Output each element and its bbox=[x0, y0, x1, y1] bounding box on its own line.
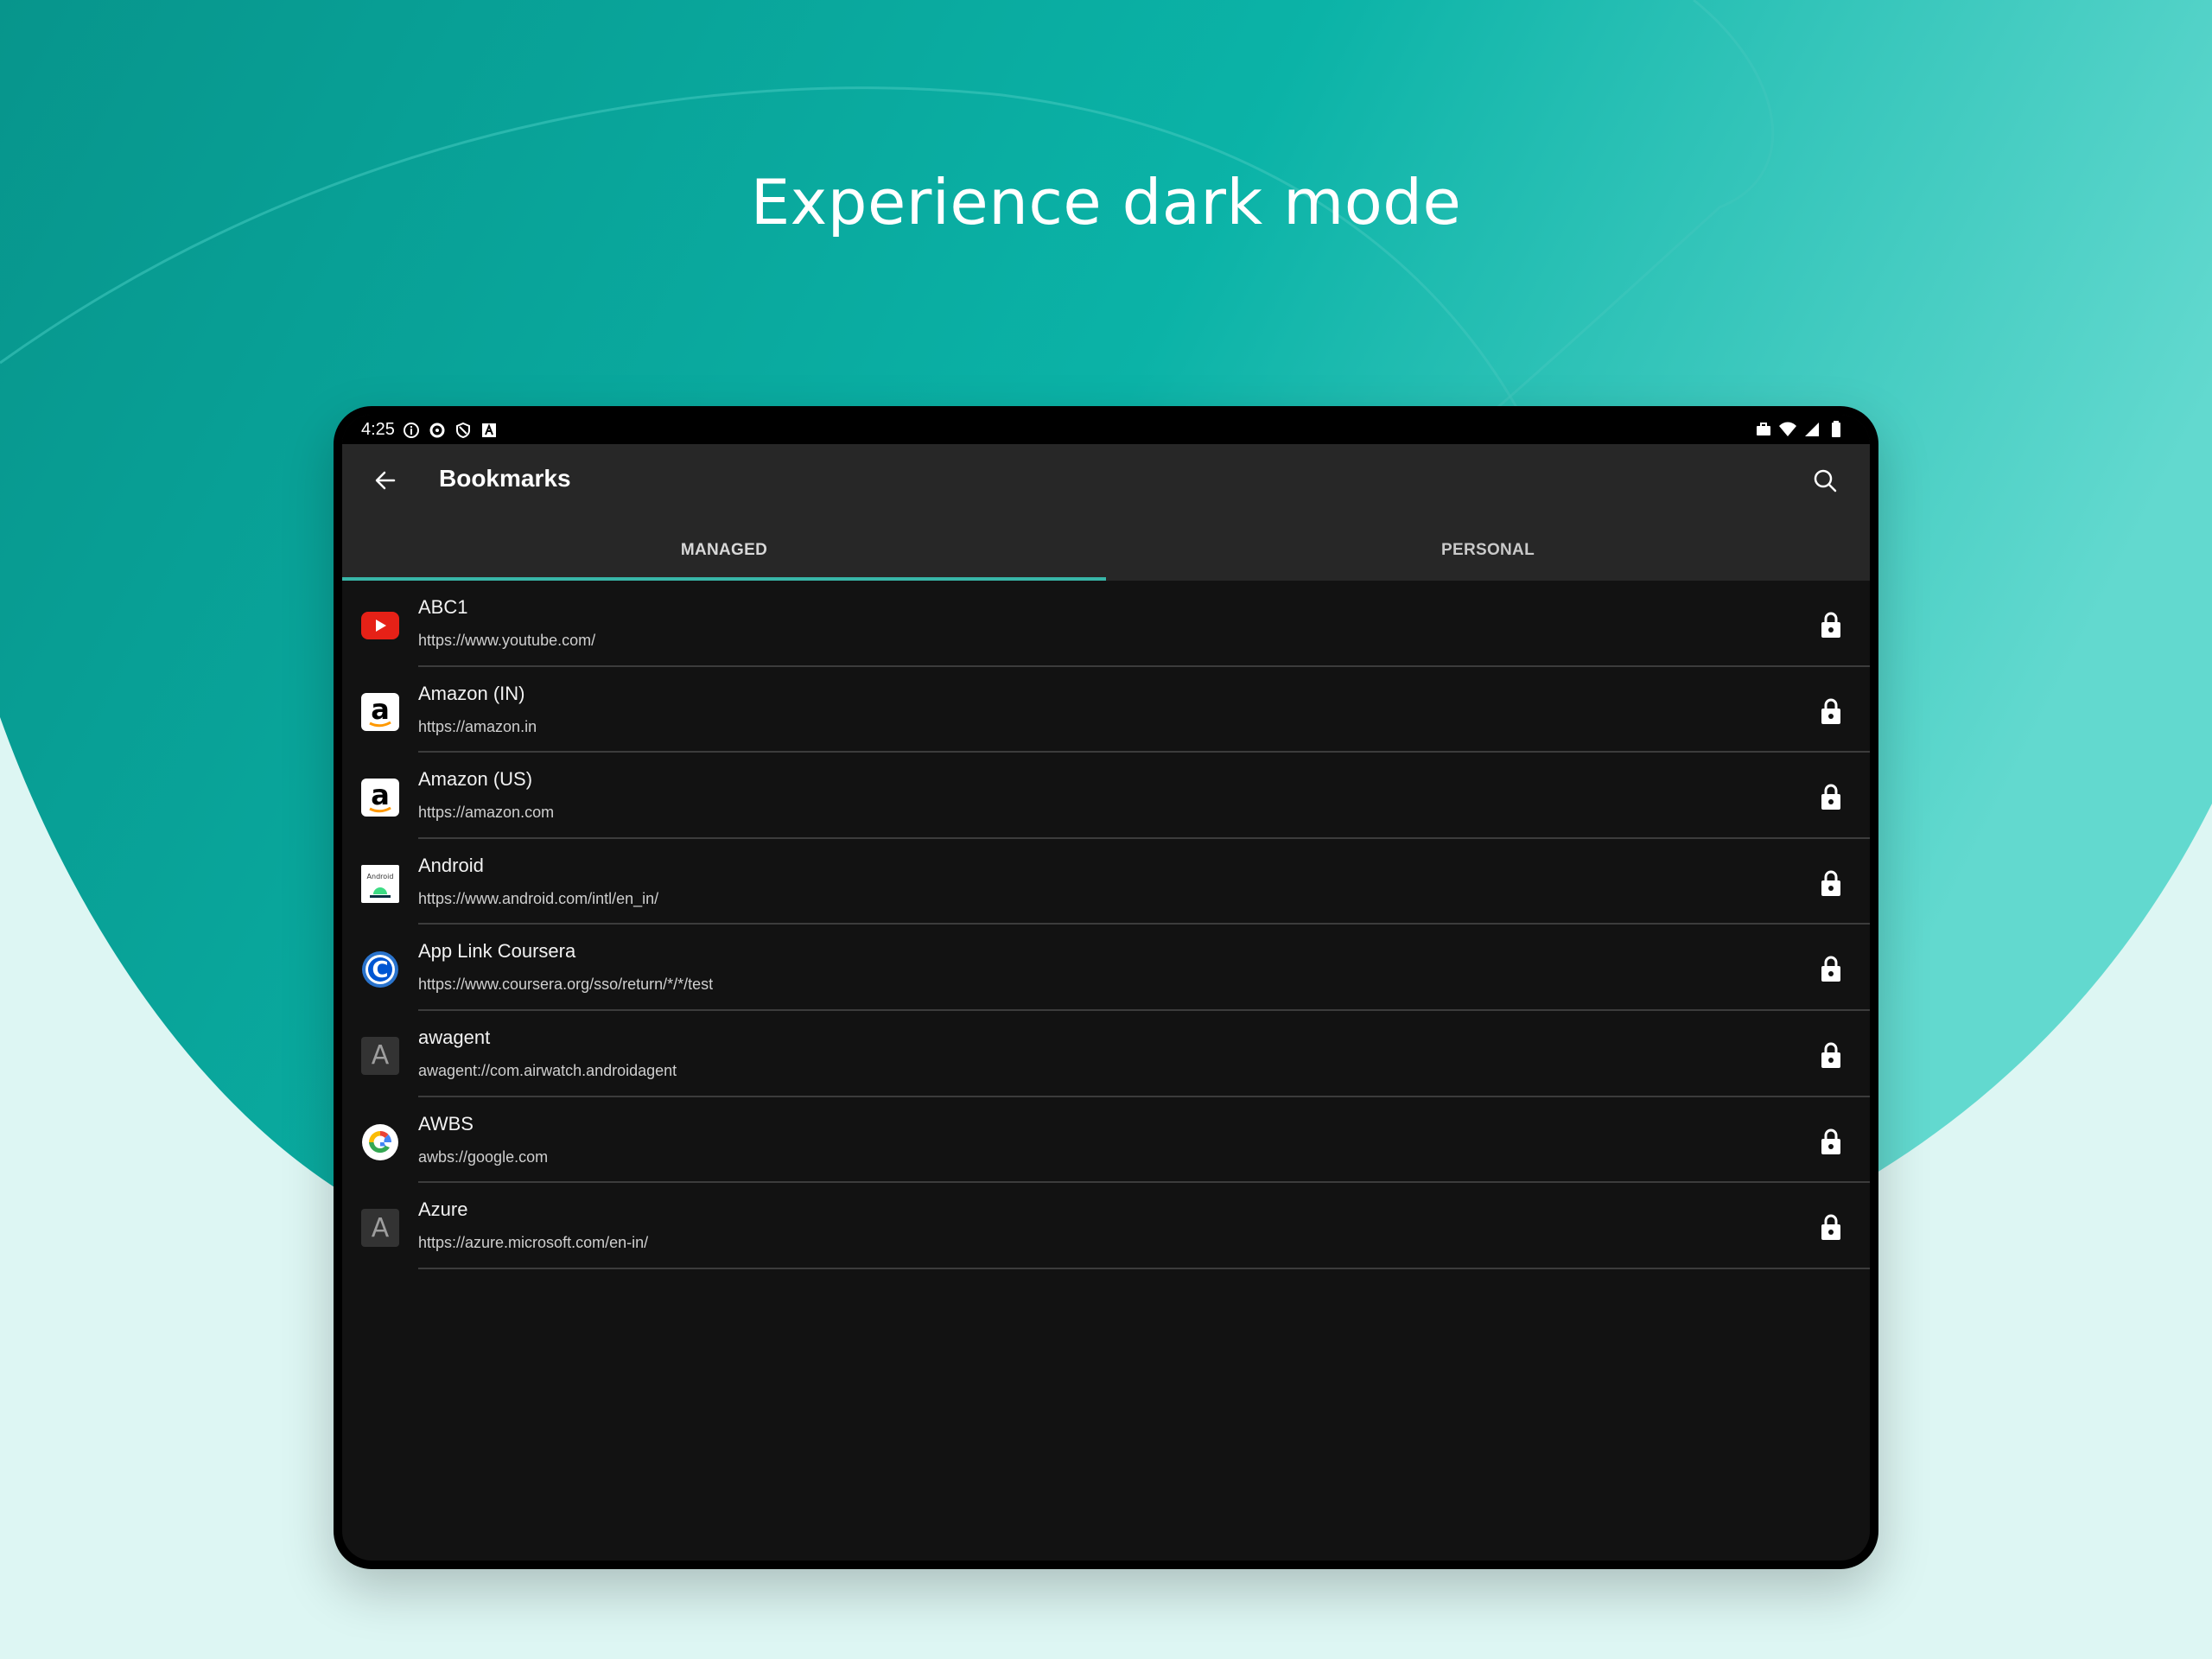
bookmark-row[interactable]: A awagent awagent://com.airwatch.android… bbox=[342, 1011, 1870, 1097]
status-bar-left: 4:25 bbox=[361, 420, 499, 440]
signal-icon bbox=[1802, 420, 1821, 439]
amazon-letter: a bbox=[371, 779, 390, 811]
bookmark-name: App Link Coursera bbox=[418, 940, 576, 963]
bookmark-name: Azure bbox=[418, 1198, 468, 1221]
bookmark-url: awbs://google.com bbox=[418, 1147, 549, 1166]
bookmark-url: https://www.coursera.org/sso/return/*/*/… bbox=[418, 976, 714, 994]
bookmark-row[interactable]: Android Android https://www.android.com/… bbox=[342, 839, 1870, 925]
vpn-icon bbox=[428, 421, 447, 440]
bookmark-name: Amazon (IN) bbox=[418, 682, 525, 704]
tab-bar: MANAGED PERSONAL bbox=[342, 520, 1870, 581]
amazon-icon: a bbox=[361, 779, 399, 817]
status-bar: 4:25 bbox=[342, 415, 1870, 444]
android-wordmark: Android bbox=[367, 873, 394, 880]
tablet-screen: 4:25 Bookmarks MANAGED PERSONAL ABC1 htt… bbox=[342, 415, 1870, 1560]
amazon-letter: a bbox=[371, 693, 390, 726]
coursera-letter: C bbox=[372, 957, 388, 983]
bookmark-row[interactable]: AWBS awbs://google.com bbox=[342, 1097, 1870, 1184]
row-divider bbox=[418, 1267, 1870, 1269]
bookmark-name: Amazon (US) bbox=[418, 768, 533, 791]
lock-icon bbox=[1818, 868, 1844, 898]
android-icon: Android bbox=[361, 864, 399, 903]
letter-icon: A bbox=[361, 1036, 399, 1075]
shield-icon bbox=[454, 421, 473, 440]
tab-personal[interactable]: PERSONAL bbox=[1106, 520, 1870, 581]
bookmark-url: https://www.android.com/intl/en_in/ bbox=[418, 889, 659, 907]
lock-icon bbox=[1818, 1127, 1844, 1156]
lock-icon bbox=[1818, 782, 1844, 811]
bookmark-name: ABC1 bbox=[418, 596, 468, 618]
bookmark-row[interactable]: a Amazon (IN) https://amazon.in bbox=[342, 667, 1870, 753]
lock-icon bbox=[1818, 696, 1844, 726]
lock-icon bbox=[1818, 1212, 1844, 1242]
page-title: Bookmarks bbox=[439, 465, 571, 492]
coursera-icon: C bbox=[361, 950, 399, 988]
bookmark-url: https://amazon.in bbox=[418, 717, 537, 735]
tab-managed[interactable]: MANAGED bbox=[342, 520, 1106, 581]
bookmark-name: Android bbox=[418, 854, 484, 876]
wifi-icon bbox=[1778, 420, 1797, 439]
bookmark-url: awagent://com.airwatch.androidagent bbox=[418, 1061, 677, 1079]
youtube-icon bbox=[361, 607, 399, 645]
letter-icon: A bbox=[361, 1209, 399, 1248]
info-icon bbox=[402, 421, 421, 440]
bookmark-name: awagent bbox=[418, 1026, 491, 1048]
app-bar: Bookmarks bbox=[342, 444, 1870, 520]
search-icon bbox=[1812, 467, 1838, 498]
promo-headline: Experience dark mode bbox=[750, 166, 1462, 238]
status-bar-right bbox=[1754, 420, 1846, 439]
status-time: 4:25 bbox=[361, 420, 395, 439]
a-notification-icon bbox=[480, 421, 499, 440]
battery-icon bbox=[1827, 420, 1846, 439]
bookmark-url: https://amazon.com bbox=[418, 804, 555, 822]
back-button[interactable] bbox=[366, 463, 404, 501]
bookmark-row[interactable]: ABC1 https://www.youtube.com/ bbox=[342, 581, 1870, 667]
lock-icon bbox=[1818, 954, 1844, 983]
bookmark-row[interactable]: C App Link Coursera https://www.coursera… bbox=[342, 925, 1870, 1011]
search-button[interactable] bbox=[1806, 463, 1844, 501]
briefcase-icon bbox=[1754, 420, 1773, 439]
lock-icon bbox=[1818, 1040, 1844, 1070]
amazon-icon: a bbox=[361, 692, 399, 731]
bookmark-row[interactable]: a Amazon (US) https://amazon.com bbox=[342, 753, 1870, 839]
tablet-device-frame: 4:25 Bookmarks MANAGED PERSONAL ABC1 htt… bbox=[334, 406, 1878, 1569]
bookmark-row[interactable]: A Azure https://azure.microsoft.com/en-i… bbox=[342, 1183, 1870, 1269]
bookmark-name: AWBS bbox=[418, 1112, 474, 1135]
bookmark-list: ABC1 https://www.youtube.com/ a Amazon (… bbox=[342, 581, 1870, 1269]
google-icon bbox=[361, 1123, 399, 1161]
lock-icon bbox=[1818, 610, 1844, 639]
bookmark-url: https://azure.microsoft.com/en-in/ bbox=[418, 1234, 649, 1252]
arrow-back-icon bbox=[373, 468, 397, 497]
bookmark-url: https://www.youtube.com/ bbox=[418, 632, 596, 649]
